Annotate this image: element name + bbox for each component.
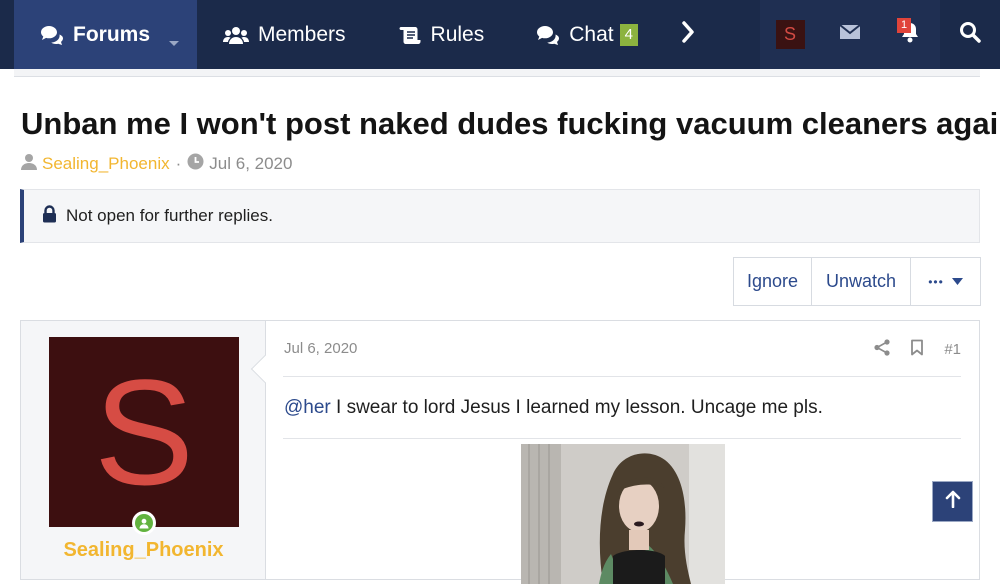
thread-meta: Sealing_Phoenix · Jul 6, 2020 [21,153,292,175]
search-button[interactable] [940,0,1000,69]
envelope-icon [839,24,861,45]
clock-icon [187,153,209,175]
scroll-to-top-button[interactable] [932,481,973,522]
online-status-indicator [132,511,156,535]
chevron-right-icon [681,21,695,48]
lock-icon [42,204,66,228]
post-date-link[interactable]: Jul 6, 2020 [284,340,357,357]
post-body: @her I swear to lord Jesus I learned my … [284,397,823,419]
nav-scroll-right-button[interactable] [664,0,712,69]
mention-link[interactable]: @her [284,397,331,418]
sub-navigation-bar [14,69,980,77]
tab-chat[interactable]: Chat 4 [510,0,664,69]
divider [283,438,961,439]
chat-count-badge: 4 [619,23,638,46]
page-title: Unban me I won't post naked dudes fuckin… [21,106,1000,141]
tab-rules[interactable]: Rules [372,0,511,69]
users-icon [223,25,249,45]
post-action-bar: #1 [874,339,961,360]
thread-author-link[interactable]: Sealing_Phoenix [42,154,170,174]
tab-members[interactable]: Members [197,0,372,69]
thread-locked-notice: Not open for further replies. [20,189,980,243]
account-controls: S 1 [760,0,1000,69]
post-user-panel: S Sealing_Phoenix [21,321,266,579]
alerts-button[interactable]: 1 [880,0,940,69]
tab-chat-label: Chat [569,22,614,46]
post-number-link[interactable]: #1 [944,341,961,358]
search-icon [959,21,981,48]
inbox-button[interactable] [820,0,880,69]
bookmark-icon[interactable] [910,339,924,360]
tab-forums-label: Forums [73,22,151,46]
avatar: S [775,20,805,49]
notice-text: Not open for further replies. [66,206,273,225]
ignore-button[interactable]: Ignore [734,258,812,305]
divider [283,376,961,377]
tab-members-label: Members [258,22,346,46]
share-icon[interactable] [874,339,890,360]
more-options-button[interactable]: ••• [911,258,980,305]
ellipsis-icon: ••• [928,274,944,289]
arrow-up-icon [945,490,961,513]
tab-forums[interactable]: Forums [14,0,197,69]
post-attached-image[interactable] [521,444,725,584]
tab-rules-label: Rules [430,22,485,46]
comments-icon [40,25,64,45]
user-icon [21,153,42,175]
scroll-icon [398,25,422,45]
thread-actions: Ignore Unwatch ••• [733,257,981,306]
post-text: I swear to lord Jesus I learned my lesso… [330,397,823,418]
post-message: S Sealing_Phoenix Jul 6, 2020 #1 @her I … [20,320,980,584]
unwatch-button[interactable]: Unwatch [812,258,911,305]
alerts-count-badge: 1 [897,18,912,33]
meta-separator: · [175,154,182,173]
nav-padding [0,0,14,69]
user-online-icon [135,514,153,532]
chevron-down-icon [951,278,963,285]
comments-icon [536,25,560,45]
chevron-down-icon[interactable] [168,30,180,54]
avatar[interactable]: S [49,337,239,527]
post-username-link[interactable]: Sealing_Phoenix [21,539,266,562]
thread-date-link[interactable]: Jul 6, 2020 [209,154,292,174]
top-navigation: Forums Members Rules Chat 4 S 1 [0,0,1000,69]
account-button[interactable]: S [760,0,820,69]
